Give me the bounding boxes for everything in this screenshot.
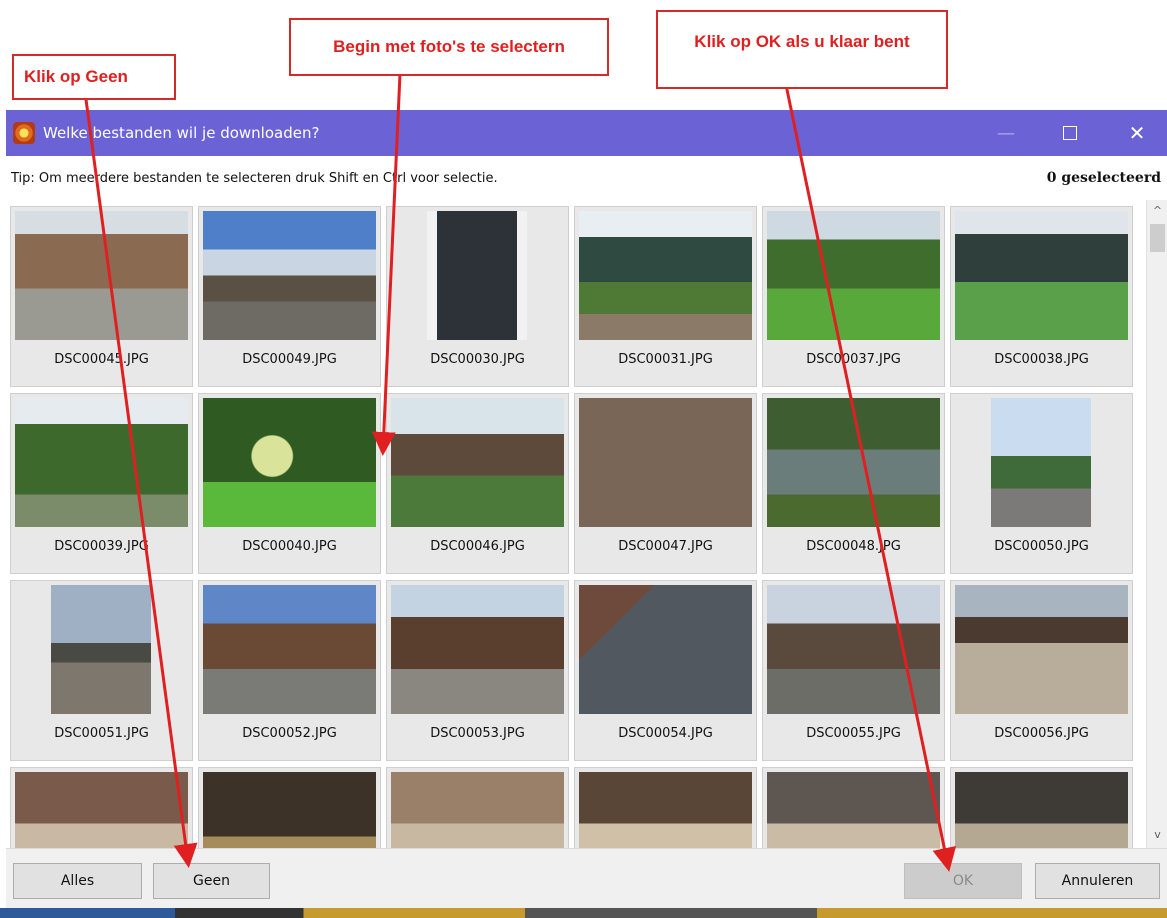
vertical-scrollbar[interactable]: ^ v	[1146, 200, 1167, 848]
thumbnail-item[interactable]	[198, 767, 381, 848]
file-name: DSC00047.JPG	[618, 539, 713, 554]
photo-thumbnail	[579, 772, 752, 848]
thumbnail-item[interactable]	[762, 767, 945, 848]
minimize-button[interactable]: —	[976, 110, 1036, 156]
background-window-strip	[0, 908, 1167, 918]
photo-thumbnail	[955, 772, 1128, 848]
photo-thumbnail	[767, 398, 940, 527]
file-name: DSC00050.JPG	[994, 539, 1089, 554]
photo-thumbnail	[579, 398, 752, 527]
thumbnail-item[interactable]	[10, 767, 193, 848]
thumbnail-item[interactable]: DSC00052.JPG	[198, 580, 381, 761]
thumbnail-item[interactable]: DSC00048.JPG	[762, 393, 945, 574]
photo-thumbnail	[203, 211, 376, 340]
thumbnail-item[interactable]: DSC00046.JPG	[386, 393, 569, 574]
thumbnail-grid-area: DSC00045.JPG DSC00049.JPG DSC00030.JPG D…	[6, 200, 1167, 848]
photo-thumbnail	[391, 398, 564, 527]
thumbnail-item[interactable]: DSC00054.JPG	[574, 580, 757, 761]
selected-count: 0 geselecteerd	[1046, 170, 1161, 186]
photo-thumbnail	[203, 772, 376, 848]
annotation-click-none: Klik op Geen	[12, 54, 176, 100]
photo-thumbnail	[427, 211, 527, 340]
file-name: DSC00038.JPG	[994, 352, 1089, 367]
thumbnail-item[interactable]: DSC00040.JPG	[198, 393, 381, 574]
maximize-button[interactable]	[1040, 110, 1100, 156]
ok-button[interactable]: OK	[904, 863, 1022, 899]
file-name: DSC00045.JPG	[54, 352, 149, 367]
scroll-thumb[interactable]	[1150, 224, 1165, 252]
scroll-up-icon[interactable]: ^	[1147, 204, 1167, 220]
photo-thumbnail	[391, 585, 564, 714]
thumbnail-item[interactable]: DSC00056.JPG	[950, 580, 1133, 761]
photo-thumbnail	[955, 585, 1128, 714]
thumbnail-item[interactable]: DSC00055.JPG	[762, 580, 945, 761]
thumbnail-item[interactable]: DSC00039.JPG	[10, 393, 193, 574]
dialog-title: Welke bestanden wil je downloaden?	[43, 124, 320, 142]
scroll-down-icon[interactable]: v	[1147, 828, 1167, 844]
file-name: DSC00031.JPG	[618, 352, 713, 367]
file-name: DSC00040.JPG	[242, 539, 337, 554]
file-name: DSC00046.JPG	[430, 539, 525, 554]
photo-thumbnail	[991, 398, 1091, 527]
select-none-button[interactable]: Geen	[153, 863, 270, 899]
thumbnail-item[interactable]: DSC00030.JPG	[386, 206, 569, 387]
annotation-click-ok: Klik op OK als u klaar bent	[656, 10, 948, 89]
thumbnail-item[interactable]: DSC00049.JPG	[198, 206, 381, 387]
file-name: DSC00056.JPG	[994, 726, 1089, 741]
thumbnail-item[interactable]: DSC00050.JPG	[950, 393, 1133, 574]
file-name: DSC00048.JPG	[806, 539, 901, 554]
photo-thumbnail	[579, 211, 752, 340]
screenshot: Klik op Geen Begin met foto's te selecte…	[0, 0, 1167, 918]
photo-app-icon	[13, 122, 35, 144]
thumbnail-item[interactable]: DSC00038.JPG	[950, 206, 1133, 387]
photo-thumbnail	[203, 585, 376, 714]
thumbnail-item[interactable]: DSC00037.JPG	[762, 206, 945, 387]
cancel-button[interactable]: Annuleren	[1035, 863, 1160, 899]
photo-thumbnail	[579, 585, 752, 714]
file-name: DSC00052.JPG	[242, 726, 337, 741]
photo-thumbnail	[203, 398, 376, 527]
dialog-titlebar[interactable]: Welke bestanden wil je downloaden? — ✕	[6, 110, 1167, 156]
photo-thumbnail	[767, 585, 940, 714]
thumbnail-item[interactable]: DSC00045.JPG	[10, 206, 193, 387]
file-name: DSC00055.JPG	[806, 726, 901, 741]
file-name: DSC00053.JPG	[430, 726, 525, 741]
annotation-start-selecting: Begin met foto's te selectern	[289, 18, 609, 76]
photo-thumbnail	[767, 211, 940, 340]
file-name: DSC00037.JPG	[806, 352, 901, 367]
photo-thumbnail	[15, 772, 188, 848]
tip-text: Tip: Om meerdere bestanden te selecteren…	[11, 170, 498, 186]
photo-thumbnail	[391, 772, 564, 848]
photo-thumbnail	[955, 211, 1128, 340]
photo-thumbnail	[51, 585, 151, 714]
close-button[interactable]: ✕	[1107, 110, 1167, 156]
thumbnail-item[interactable]: DSC00053.JPG	[386, 580, 569, 761]
thumbnail-item[interactable]	[950, 767, 1133, 848]
file-name: DSC00030.JPG	[430, 352, 525, 367]
thumbnail-grid: DSC00045.JPG DSC00049.JPG DSC00030.JPG D…	[10, 206, 1133, 848]
maximize-icon	[1063, 126, 1077, 140]
file-name: DSC00049.JPG	[242, 352, 337, 367]
file-name: DSC00051.JPG	[54, 726, 149, 741]
tip-bar: Tip: Om meerdere bestanden te selecteren…	[6, 156, 1167, 200]
thumbnail-item[interactable]: DSC00047.JPG	[574, 393, 757, 574]
photo-thumbnail	[15, 211, 188, 340]
download-dialog: Welke bestanden wil je downloaden? — ✕ T…	[6, 110, 1167, 918]
photo-thumbnail	[15, 398, 188, 527]
photo-thumbnail	[767, 772, 940, 848]
thumbnail-item[interactable]	[386, 767, 569, 848]
file-name: DSC00039.JPG	[54, 539, 149, 554]
file-name: DSC00054.JPG	[618, 726, 713, 741]
thumbnail-item[interactable]: DSC00051.JPG	[10, 580, 193, 761]
thumbnail-item[interactable]: DSC00031.JPG	[574, 206, 757, 387]
thumbnail-item[interactable]	[574, 767, 757, 848]
select-all-button[interactable]: Alles	[13, 863, 142, 899]
